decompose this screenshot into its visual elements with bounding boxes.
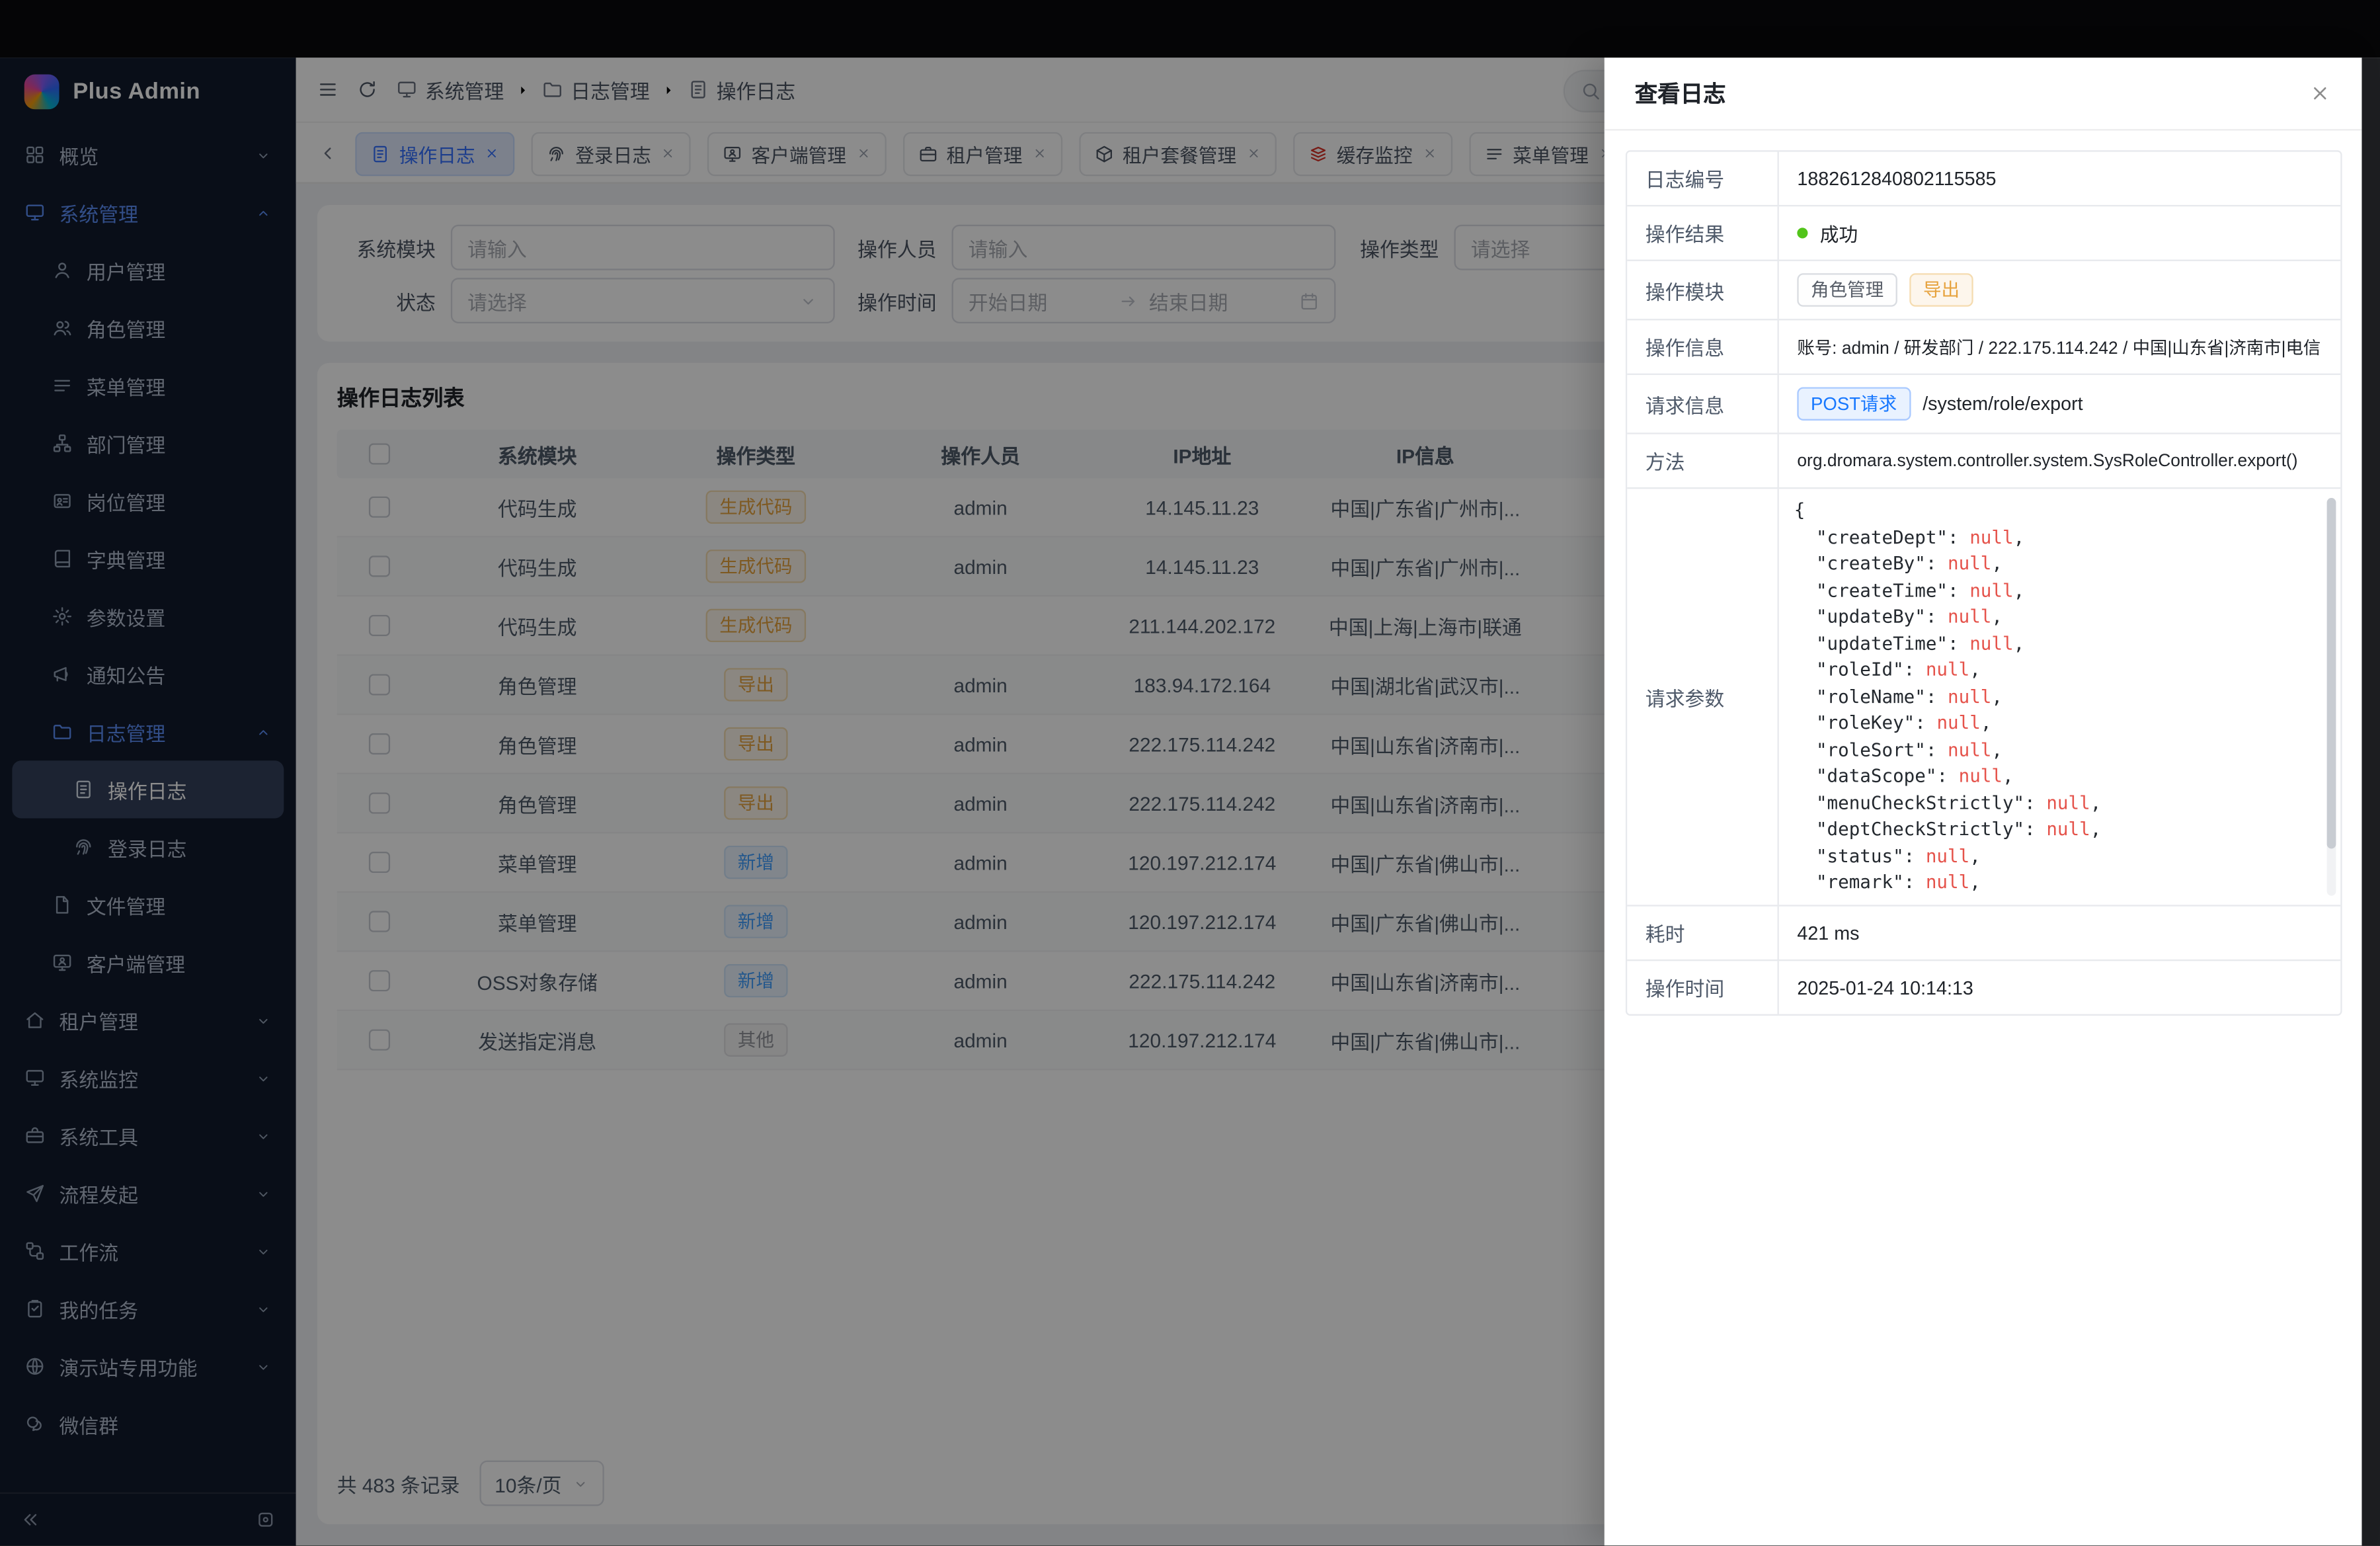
detail-row-8: 操作时间2025-01-24 10:14:13: [1627, 961, 2340, 1014]
drawer-header: 查看日志: [1605, 58, 2362, 130]
detail-row-5: 方法org.dromara.system.controller.system.S…: [1627, 434, 2340, 489]
detail-value-tags: 角色管理导出: [1779, 261, 2340, 319]
detail-label: 操作结果: [1627, 206, 1779, 259]
drawer-title: 查看日志: [1635, 77, 1726, 109]
detail-value: 2025-01-24 10:14:13: [1779, 961, 2340, 1014]
detail-value: 421 ms: [1779, 907, 2340, 959]
detail-label: 日志编号: [1627, 152, 1779, 205]
detail-row-0: 日志编号1882612840802115585: [1627, 152, 2340, 207]
screen: Plus Admin 概览系统管理用户管理角色管理菜单管理部门管理岗位管理字典管…: [0, 0, 2380, 1546]
detail-row-3: 操作信息账号: admin / 研发部门 / 222.175.114.242 /…: [1627, 320, 2340, 375]
detail-row-2: 操作模块角色管理导出: [1627, 261, 2340, 321]
detail-row-6: 请求参数{ "createDept": null, "createBy": nu…: [1627, 489, 2340, 906]
detail-value: org.dromara.system.controller.system.Sys…: [1779, 434, 2340, 487]
module-tag: 导出: [1909, 273, 1973, 307]
detail-label: 方法: [1627, 434, 1779, 487]
request-url: /system/role/export: [1923, 393, 2082, 415]
detail-value-request: POST请求/system/role/export: [1779, 375, 2340, 432]
detail-value-status: 成功: [1779, 206, 2340, 259]
http-method-tag: POST请求: [1797, 387, 1910, 421]
request-params-cell: { "createDept": null, "createBy": null, …: [1779, 489, 2340, 905]
detail-row-7: 耗时421 ms: [1627, 907, 2340, 961]
view-log-drawer: 查看日志 日志编号1882612840802115585操作结果 成功操作模块角色…: [1605, 58, 2362, 1546]
detail-label: 操作时间: [1627, 961, 1779, 1014]
detail-label: 操作模块: [1627, 261, 1779, 319]
request-params-code[interactable]: { "createDept": null, "createBy": null, …: [1794, 498, 2102, 897]
log-detail-table: 日志编号1882612840802115585操作结果成功操作模块角色管理导出操…: [1626, 150, 2342, 1016]
detail-value: 1882612840802115585: [1779, 152, 2340, 205]
module-tag: 角色管理: [1797, 273, 1897, 307]
detail-row-1: 操作结果 成功: [1627, 206, 2340, 261]
detail-label: 请求参数: [1627, 489, 1779, 905]
status-text: 成功: [1820, 219, 1858, 248]
close-icon[interactable]: [2309, 82, 2331, 104]
detail-label: 操作信息: [1627, 320, 1779, 373]
detail-row-4: 请求信息POST请求/system/role/export: [1627, 375, 2340, 434]
detail-label: 耗时: [1627, 907, 1779, 959]
code-scrollbar-thumb[interactable]: [2327, 498, 2336, 848]
detail-label: 请求信息: [1627, 375, 1779, 432]
detail-value: 账号: admin / 研发部门 / 222.175.114.242 / 中国|…: [1779, 320, 2340, 373]
code-scrollbar[interactable]: [2327, 498, 2336, 896]
success-dot-icon: [1797, 227, 1807, 238]
drawer-body: 日志编号1882612840802115585操作结果成功操作模块角色管理导出操…: [1605, 130, 2362, 1546]
